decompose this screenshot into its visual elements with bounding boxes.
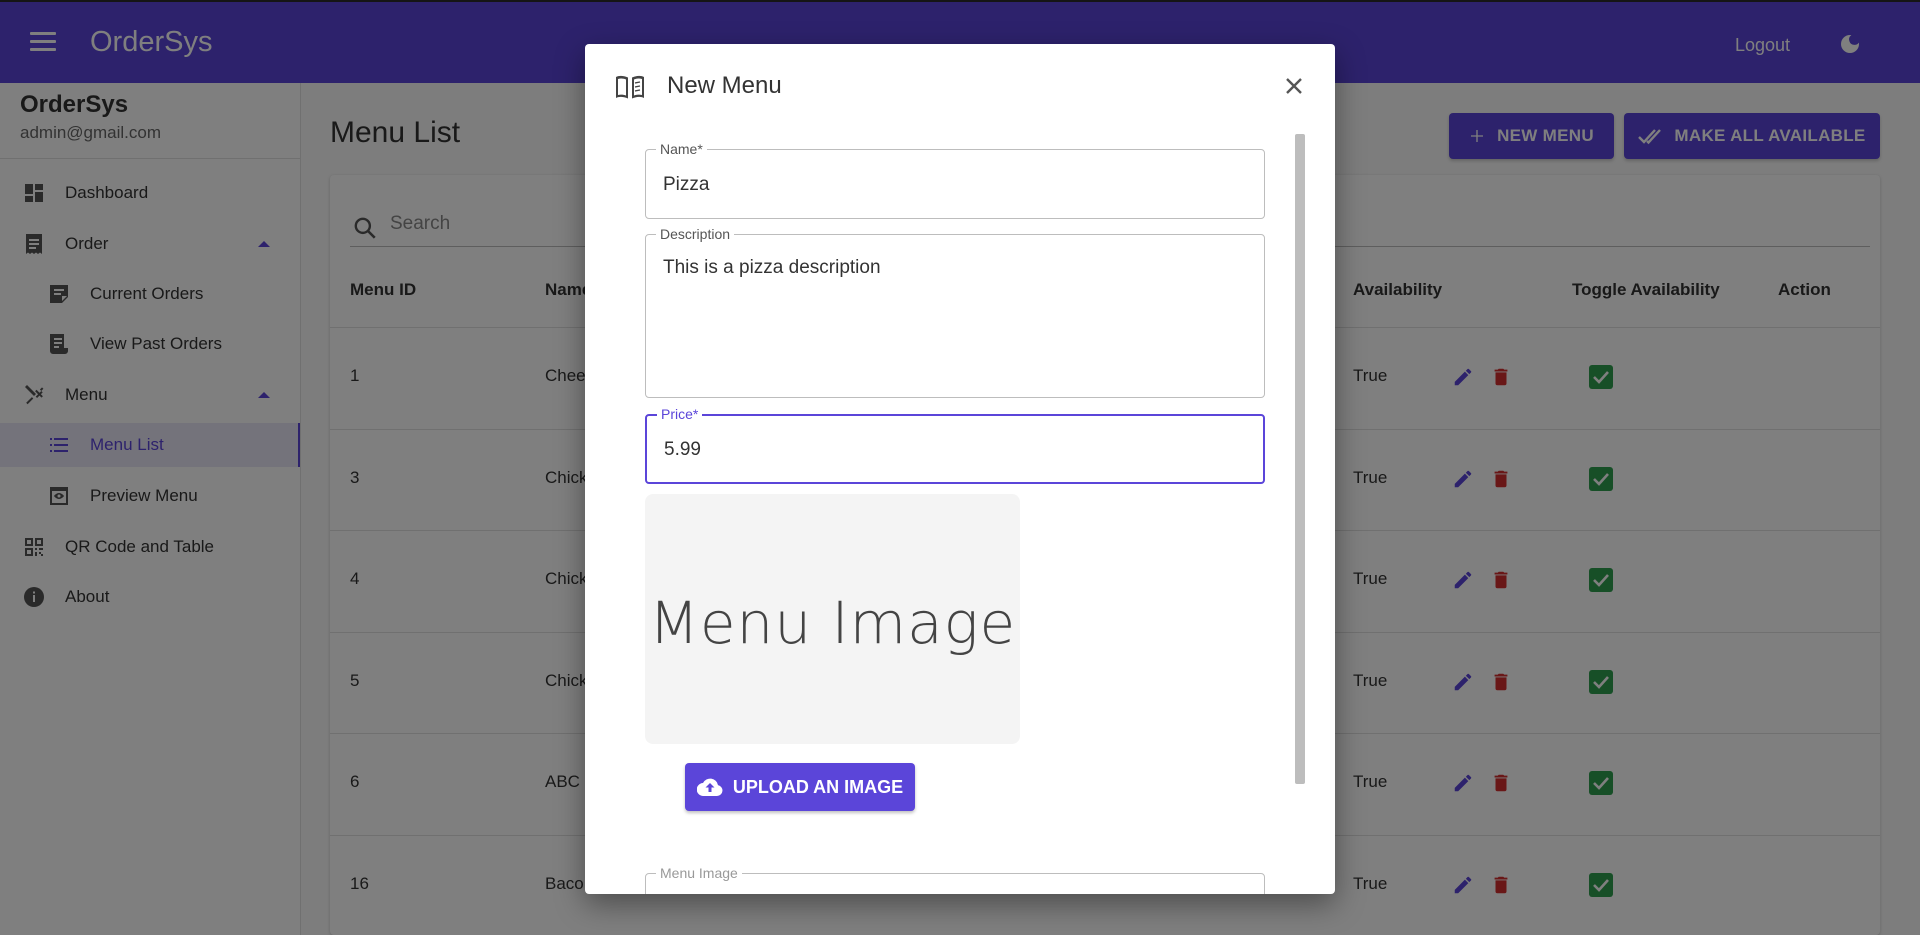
new-menu-dialog: New Menu Name* Pizza Description This is… bbox=[585, 44, 1335, 894]
price-field[interactable]: Price* 5.99 bbox=[645, 406, 1265, 484]
price-label: Price* bbox=[657, 406, 703, 422]
description-value: This is a pizza description bbox=[663, 257, 881, 278]
name-field[interactable]: Name* Pizza bbox=[645, 141, 1265, 219]
name-value: Pizza bbox=[663, 174, 710, 195]
price-value: 5.99 bbox=[664, 439, 701, 460]
dialog-scrollbar[interactable] bbox=[1295, 134, 1305, 784]
dialog-title: New Menu bbox=[667, 72, 782, 99]
upload-image-label: UPLOAD AN IMAGE bbox=[732, 776, 904, 797]
description-field[interactable]: Description This is a pizza description bbox=[645, 226, 1265, 398]
menu-book-icon bbox=[616, 75, 644, 99]
upload-image-button[interactable]: UPLOAD AN IMAGE bbox=[685, 763, 915, 811]
menu-image-preview: Menu Image bbox=[645, 494, 1020, 744]
close-icon[interactable] bbox=[1282, 74, 1306, 98]
menu-image-field[interactable]: Menu Image bbox=[645, 865, 1265, 894]
cloud-upload-icon bbox=[696, 778, 723, 797]
menu-image-placeholder-text: Menu Image bbox=[648, 589, 1017, 657]
description-label: Description bbox=[656, 226, 735, 242]
menu-image-label: Menu Image bbox=[656, 865, 742, 881]
name-label: Name* bbox=[656, 141, 707, 157]
